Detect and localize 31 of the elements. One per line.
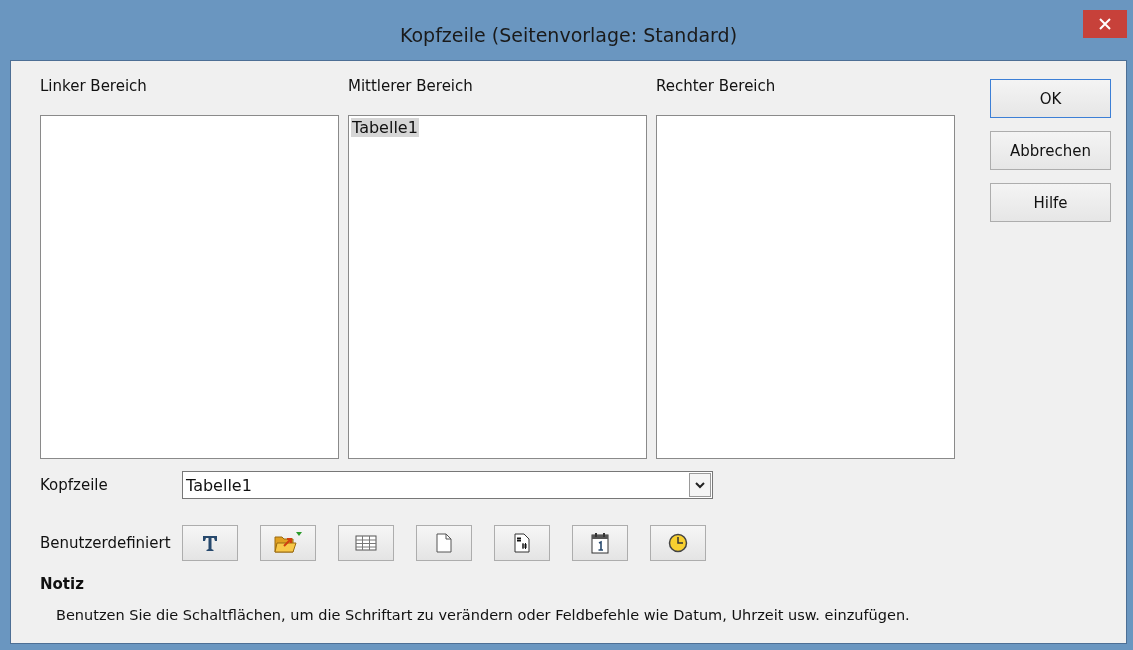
custom-label: Benutzerdefiniert: [40, 534, 172, 552]
folder-icon: [273, 531, 303, 555]
text-area[interactable]: Tabelle1: [348, 115, 647, 459]
close-button[interactable]: [1083, 10, 1127, 38]
toolbar-button[interactable]: [494, 525, 550, 561]
note-heading: Notiz: [40, 575, 85, 593]
area-label: Mittlerer Bereich: [348, 77, 474, 97]
area-text: Tabelle1: [351, 118, 419, 137]
toolbar-button[interactable]: [338, 525, 394, 561]
area-label: Linker Bereich: [40, 77, 148, 97]
calendar-icon: [591, 532, 609, 554]
dialog-button[interactable]: Hilfe: [990, 183, 1111, 222]
toolbar-button[interactable]: [650, 525, 706, 561]
dropdown-button[interactable]: [689, 473, 711, 497]
toolbar-button[interactable]: [572, 525, 628, 561]
note-text: Benutzen Sie die Schaltflächen, um die Schriftart zu verändern oder Feldbefehle wie Datum, Uhrzeit usw. einzufügen.: [56, 607, 911, 623]
close-icon: [1099, 18, 1111, 30]
header-dropdown[interactable]: Tabelle1: [182, 471, 713, 499]
caret-icon: [695, 481, 705, 489]
clock-icon: [668, 533, 688, 553]
page-number-icon: [514, 533, 530, 553]
dialog-button[interactable]: Abbrechen: [990, 131, 1111, 170]
letter-t-icon: [200, 533, 220, 553]
header-label: Kopfzeile: [40, 476, 109, 494]
toolbar-button[interactable]: [182, 525, 238, 561]
window-title: Kopfzeile (Seitenvorlage: Standard): [399, 24, 738, 46]
table-icon: [355, 535, 377, 551]
dialog-button[interactable]: OK: [990, 79, 1111, 118]
area-label: Rechter Bereich: [656, 77, 777, 97]
page-icon: [436, 533, 452, 553]
toolbar-button[interactable]: [260, 525, 316, 561]
